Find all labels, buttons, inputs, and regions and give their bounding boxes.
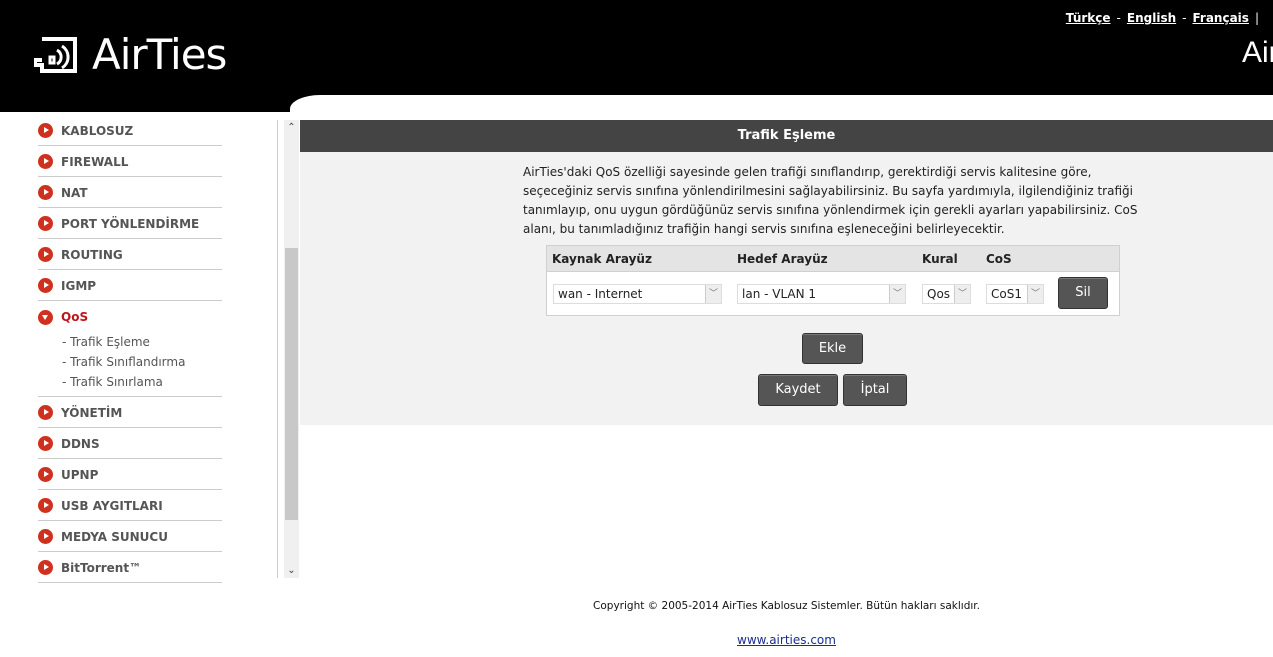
expanded-circle-icon <box>38 309 53 325</box>
sidebar-item-upnp[interactable]: UPNP <box>38 459 222 490</box>
delete-button[interactable]: Sil <box>1058 277 1108 309</box>
col-cos: CoS <box>986 252 1012 266</box>
sidebar-item-qos[interactable]: QoS <box>38 301 222 332</box>
target-select[interactable]: lan - VLAN 1 ﹀ <box>737 284 906 304</box>
sidebar-item-label: IGMP <box>61 278 97 293</box>
sidebar-item-usb-aygitlari[interactable]: USB AYGITLARI <box>38 490 222 521</box>
sidebar-item-label: KABLOSUZ <box>61 123 134 138</box>
divider <box>277 120 278 578</box>
play-circle-icon <box>38 278 53 293</box>
submenu-item[interactable]: - Trafik Sınırlama <box>62 372 222 392</box>
submenu-item[interactable]: - Trafik Eşleme <box>62 332 222 352</box>
sidebar-item-label: MEDYA SUNUCU <box>61 529 168 544</box>
sidebar-item-igmp[interactable]: IGMP <box>38 270 222 301</box>
scrollbar[interactable]: ⌃ ⌄ <box>284 120 299 578</box>
qos-submenu: - Trafik Eşleme - Trafik Sınıflandırma - T… <box>38 332 222 397</box>
sidebar-item-medya-sunucu[interactable]: MEDYA SUNUCU <box>38 521 222 552</box>
sidebar-item-nat[interactable]: NAT <box>38 177 222 208</box>
page-title: Trafik Eşleme <box>300 120 1273 152</box>
scroll-up-icon[interactable]: ⌃ <box>284 122 299 133</box>
play-circle-icon <box>38 436 53 451</box>
chevron-down-icon: ﹀ <box>889 285 905 303</box>
play-circle-icon <box>38 498 53 513</box>
table-header: Kaynak Arayüz Hedef Arayüz Kural CoS <box>547 246 1119 272</box>
submenu-item[interactable]: - Trafik Sınıflandırma <box>62 352 222 372</box>
play-circle-icon <box>38 216 53 231</box>
language-links: Türkçe - English - Français | <box>1065 11 1259 25</box>
wireless-logo-icon <box>34 36 77 73</box>
copyright: Copyright © 2005-2014 AirTies Kablosuz S… <box>593 600 980 612</box>
table-row: wan - Internet ﹀ lan - VLAN 1 ﹀ Qos ﹀ CoS1 ﹀… <box>547 272 1119 316</box>
lang-english[interactable]: English <box>1127 11 1176 25</box>
logo-text: AirTies <box>92 30 227 79</box>
lang-francais[interactable]: Français <box>1192 11 1248 25</box>
sidebar: KABLOSUZ FIREWALL NAT PORT YÖNLENDİRME ROUTI… <box>38 115 222 583</box>
sidebar-item-label: DDNS <box>61 436 100 451</box>
play-circle-icon <box>38 185 53 200</box>
sidebar-item-label: FIREWALL <box>61 154 129 169</box>
mapping-table: Kaynak Arayüz Hedef Arayüz Kural CoS wan… <box>546 245 1120 316</box>
play-circle-icon <box>38 529 53 544</box>
scroll-down-icon[interactable]: ⌄ <box>284 565 299 576</box>
sidebar-item-label: USB AYGITLARI <box>61 498 163 513</box>
play-circle-icon <box>38 405 53 420</box>
chevron-down-icon: ﹀ <box>1027 285 1043 303</box>
sidebar-item-label: UPNP <box>61 467 99 482</box>
cancel-button[interactable]: İptal <box>843 374 907 406</box>
sidebar-item-kablosuz[interactable]: KABLOSUZ <box>38 115 222 146</box>
source-select[interactable]: wan - Internet ﹀ <box>553 284 722 304</box>
sidebar-item-label: PORT YÖNLENDİRME <box>61 216 200 231</box>
play-circle-icon <box>38 123 53 138</box>
scrollbar-thumb[interactable] <box>285 248 298 520</box>
sidebar-item-label: NAT <box>61 185 88 200</box>
lang-turkce[interactable]: Türkçe <box>1066 11 1111 25</box>
col-target: Hedef Arayüz <box>737 252 828 266</box>
description: AirTies'daki QoS özelliği sayesinde gele… <box>523 165 1138 236</box>
brand-text: AirTies <box>1242 36 1273 69</box>
chevron-down-icon: ﹀ <box>954 285 970 303</box>
airties-logo: AirTies <box>34 30 227 79</box>
col-source: Kaynak Arayüz <box>552 252 652 266</box>
cos-select[interactable]: CoS1 ﹀ <box>986 284 1044 304</box>
sidebar-item-port-y-nlendi-rme[interactable]: PORT YÖNLENDİRME <box>38 208 222 239</box>
play-circle-icon <box>38 247 53 262</box>
play-circle-icon <box>38 560 53 575</box>
chevron-down-icon: ﹀ <box>705 285 721 303</box>
sidebar-item-label: BitTorrent™ <box>61 560 142 575</box>
sidebar-item-y-neti-m[interactable]: YÖNETİM <box>38 397 222 428</box>
sidebar-item-label: ROUTING <box>61 247 123 262</box>
add-button[interactable]: Ekle <box>802 333 863 364</box>
sidebar-item-label: QoS <box>61 310 89 324</box>
col-rule: Kural <box>922 252 958 266</box>
rule-select[interactable]: Qos ﹀ <box>922 284 971 304</box>
website-link[interactable]: www.airties.com <box>737 633 836 647</box>
sidebar-item-label: YÖNETİM <box>61 405 123 420</box>
content-panel: Trafik Eşleme AirTies'daki QoS özelliği … <box>300 120 1273 425</box>
sidebar-item-bittorrent-[interactable]: BitTorrent™ <box>38 552 222 583</box>
sidebar-item-ddns[interactable]: DDNS <box>38 428 222 459</box>
play-circle-icon <box>38 154 53 169</box>
sidebar-item-routing[interactable]: ROUTING <box>38 239 222 270</box>
sidebar-item-firewall[interactable]: FIREWALL <box>38 146 222 177</box>
header-curve <box>290 95 1273 115</box>
save-button[interactable]: Kaydet <box>758 374 838 406</box>
play-circle-icon <box>38 467 53 482</box>
